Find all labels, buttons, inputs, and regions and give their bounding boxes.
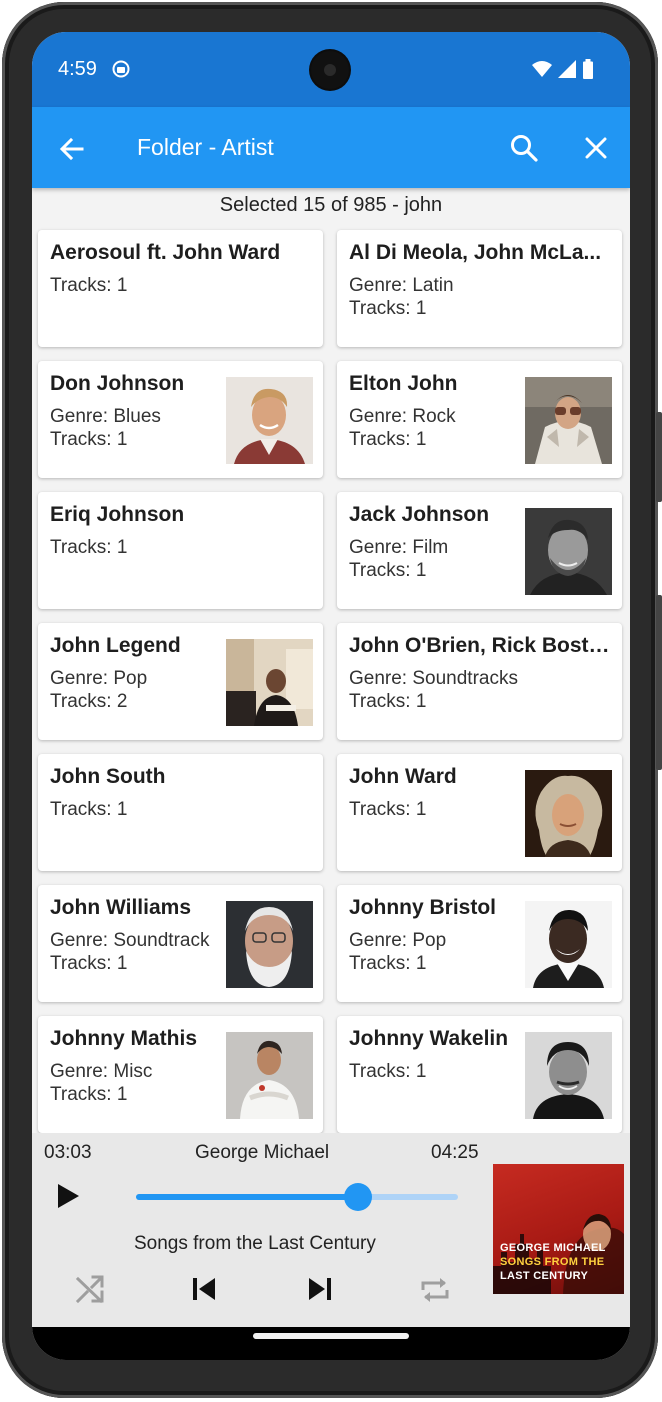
album-cover-title: SONGS FROM THE	[500, 1256, 605, 1268]
artist-tracks: Tracks: 1	[50, 1084, 128, 1105]
notification-app-icon	[112, 60, 130, 78]
artist-name: Aerosoul ft. John Ward	[50, 241, 281, 264]
back-arrow-icon[interactable]	[56, 133, 88, 165]
seek-bar-thumb[interactable]	[344, 1183, 373, 1211]
volume-button	[656, 412, 662, 502]
artist-name: John Legend	[50, 634, 181, 657]
artist-photo	[525, 770, 612, 857]
artist-photo	[525, 377, 612, 464]
mini-player: 03:03 George Michael 04:25 Songs from th…	[32, 1133, 630, 1327]
seek-bar-progress	[136, 1194, 359, 1200]
artist-name: Johnny Bristol	[349, 896, 497, 919]
artist-card[interactable]: John Williams Genre: Soundtrack Tracks: …	[38, 885, 323, 1002]
artist-photo	[226, 1032, 313, 1119]
artist-name: Al Di Meola, John McLa...	[349, 241, 602, 264]
artist-tracks: Tracks: 1	[349, 691, 427, 712]
artist-card[interactable]: John Ward Tracks: 1	[337, 754, 622, 871]
shuffle-icon[interactable]	[74, 1273, 106, 1305]
artist-card[interactable]: Johnny Mathis Genre: Misc Tracks: 1	[38, 1016, 323, 1133]
artist-card[interactable]: John South Tracks: 1	[38, 754, 323, 871]
app-bar: Folder - Artist	[32, 107, 630, 188]
artist-photo	[226, 901, 313, 988]
artist-card[interactable]: Jack Johnson Genre: Film Tracks: 1	[337, 492, 622, 609]
artist-name: Jack Johnson	[349, 503, 490, 526]
artist-tracks: Tracks: 1	[349, 1061, 427, 1082]
artist-card[interactable]: John Legend Genre: Pop Tracks: 2	[38, 623, 323, 740]
album-cover-artist: GEORGE MICHAEL	[500, 1242, 606, 1254]
total-time: 04:25	[431, 1142, 479, 1163]
status-bar: 4:59	[32, 32, 630, 107]
artist-name: Eriq Johnson	[50, 503, 185, 526]
artist-photo	[525, 508, 612, 595]
artist-tracks: Tracks: 1	[349, 298, 427, 319]
artist-tracks: Tracks: 1	[349, 560, 427, 581]
repeat-icon[interactable]	[418, 1273, 452, 1307]
artist-genre: Genre: Film	[349, 537, 449, 558]
wifi-icon	[532, 60, 552, 83]
now-playing-artist: George Michael	[195, 1142, 330, 1163]
status-time: 4:59	[58, 58, 97, 80]
skip-next-icon[interactable]	[306, 1275, 334, 1303]
front-camera	[311, 51, 349, 89]
artist-genre: Genre: Pop	[349, 930, 447, 951]
artist-tracks: Tracks: 1	[50, 429, 128, 450]
artist-tracks: Tracks: 1	[50, 537, 128, 558]
artist-genre: Genre: Latin	[349, 275, 454, 296]
artist-card[interactable]: Elton John Genre: Rock Tracks: 1	[337, 361, 622, 478]
artist-tracks: Tracks: 1	[50, 799, 128, 820]
artist-name: John South	[50, 765, 166, 788]
power-button	[656, 595, 662, 770]
close-icon[interactable]	[580, 132, 612, 164]
artist-card[interactable]: Aerosoul ft. John Ward Tracks: 1	[38, 230, 323, 347]
artist-card[interactable]: John O'Brien, Rick Boston Genre: Soundtr…	[337, 623, 622, 740]
artist-name: John O'Brien, Rick Boston	[349, 634, 614, 657]
artist-photo	[226, 639, 313, 726]
gesture-nav-bar	[32, 1327, 630, 1360]
artist-tracks: Tracks: 1	[349, 953, 427, 974]
artist-genre: Genre: Misc	[50, 1061, 153, 1082]
elapsed-time: 03:03	[44, 1142, 92, 1163]
home-handle[interactable]	[253, 1333, 409, 1339]
page-title: Folder - Artist	[137, 134, 274, 160]
artist-photo	[525, 1032, 612, 1119]
play-icon[interactable]	[54, 1181, 82, 1211]
artist-genre: Genre: Soundtrack	[50, 930, 210, 951]
now-playing-album: Songs from the Last Century	[134, 1233, 376, 1254]
artist-name: Don Johnson	[50, 372, 185, 395]
artist-photo	[525, 901, 612, 988]
artist-card[interactable]: Eriq Johnson Tracks: 1	[38, 492, 323, 609]
artist-name: Johnny Wakelin	[349, 1027, 509, 1050]
artist-tracks: Tracks: 1	[349, 429, 427, 450]
artist-name: Elton John	[349, 372, 458, 395]
search-icon[interactable]	[508, 132, 540, 164]
artist-tracks: Tracks: 1	[50, 953, 128, 974]
artist-genre: Genre: Blues	[50, 406, 161, 427]
seek-bar[interactable]	[136, 1183, 458, 1211]
artist-name: John Williams	[50, 896, 192, 919]
selection-count: Selected 15 of 985 - john	[219, 194, 443, 216]
status-icons	[532, 59, 594, 84]
artist-photo	[226, 377, 313, 464]
artist-tracks: Tracks: 2	[50, 691, 128, 712]
battery-icon	[582, 59, 594, 84]
screen: 4:59 Folder - Artist Selected 15 of 985 …	[32, 32, 630, 1360]
artist-genre: Genre: Pop	[50, 668, 148, 689]
artist-name: John Ward	[349, 765, 457, 788]
artist-card[interactable]: Johnny Wakelin Tracks: 1	[337, 1016, 622, 1133]
album-cover[interactable]: GEORGE MICHAEL SONGS FROM THE LAST CENTU…	[493, 1164, 624, 1294]
artist-tracks: Tracks: 1	[50, 275, 128, 296]
artist-genre: Genre: Soundtracks	[349, 668, 518, 689]
skip-previous-icon[interactable]	[190, 1275, 218, 1303]
artist-card[interactable]: Al Di Meola, John McLa... Genre: Latin T…	[337, 230, 622, 347]
artist-tracks: Tracks: 1	[349, 799, 427, 820]
artist-name: Johnny Mathis	[50, 1027, 198, 1050]
cell-signal-icon	[558, 60, 576, 83]
album-cover-title-2: LAST CENTURY	[500, 1270, 589, 1282]
artist-card[interactable]: Johnny Bristol Genre: Pop Tracks: 1	[337, 885, 622, 1002]
artist-card[interactable]: Don Johnson Genre: Blues Tracks: 1	[38, 361, 323, 478]
artist-genre: Genre: Rock	[349, 406, 456, 427]
